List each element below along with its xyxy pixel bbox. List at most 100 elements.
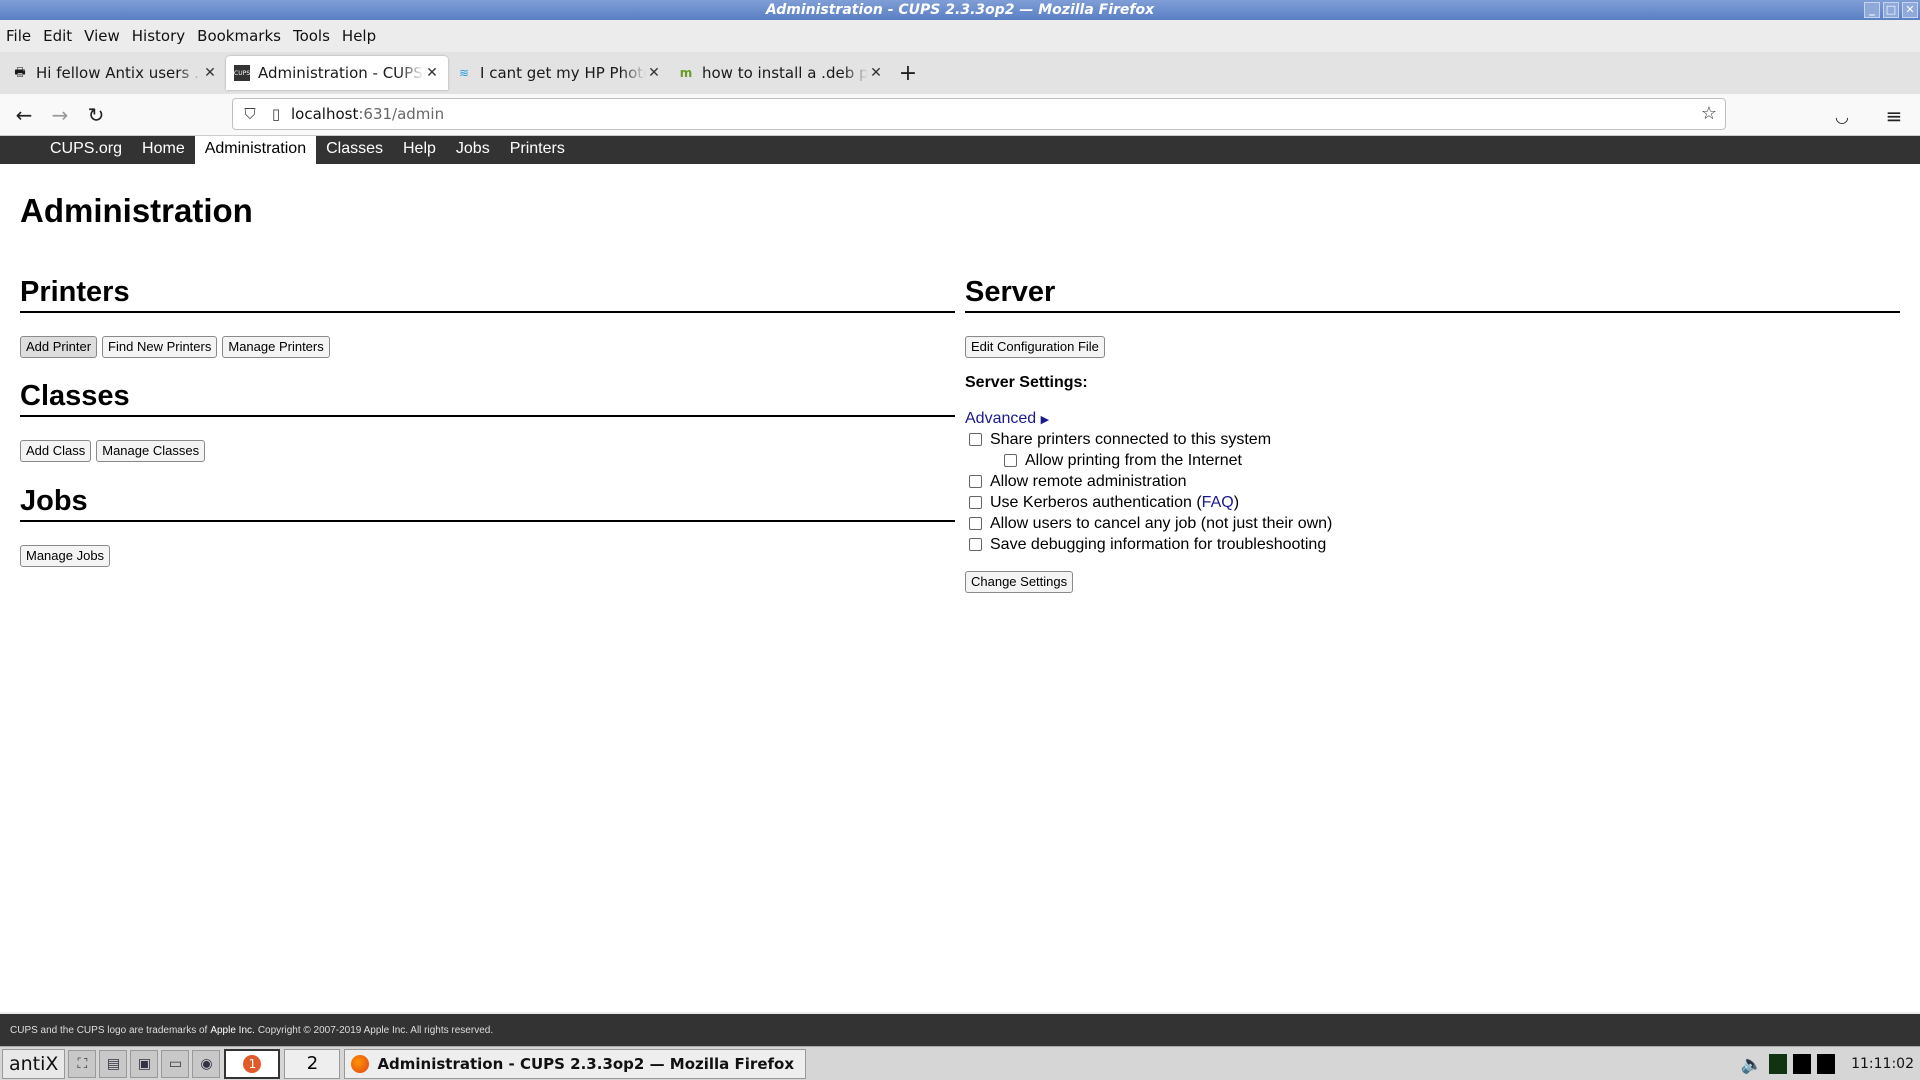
page-title: Administration <box>20 192 253 229</box>
tab-title: I cant get my HP Photosmart <box>480 64 646 82</box>
menu-help[interactable]: Help <box>342 27 376 45</box>
back-button[interactable]: ← <box>6 97 42 133</box>
classes-heading: Classes <box>20 380 955 417</box>
add-class-button[interactable]: Add Class <box>20 440 92 462</box>
toolbar-right: ◡ ≡ <box>1824 98 1912 134</box>
browser-tab[interactable]: 🖶 Hi fellow Antix users … – a ✕ <box>4 56 226 90</box>
tab-bar: 🖶 Hi fellow Antix users … – a ✕ CUPS Adm… <box>0 52 1920 94</box>
menu-file[interactable]: File <box>6 27 31 45</box>
server-section: Server Edit Configuration File Server Se… <box>965 276 1900 593</box>
option-cancel-any-job[interactable]: Allow users to cancel any job (not just … <box>965 513 1900 534</box>
window-titlebar: Administration - CUPS 2.3.3op2 — Mozilla… <box>0 0 1920 20</box>
file-manager-icon[interactable]: ▤ <box>99 1049 128 1078</box>
remote-admin-checkbox[interactable] <box>969 475 982 488</box>
browser-tab[interactable]: m how to install a .deb printer ✕ <box>670 56 892 90</box>
nav-help[interactable]: Help <box>393 136 446 164</box>
close-tab-icon[interactable]: ✕ <box>202 65 218 81</box>
nav-classes[interactable]: Classes <box>316 136 393 164</box>
kerberos-checkbox[interactable] <box>969 496 982 509</box>
cups-nav-bar: CUPS.org Home Administration Classes Hel… <box>0 136 1920 165</box>
allow-internet-checkbox[interactable] <box>1004 454 1017 467</box>
option-kerberos[interactable]: Use Kerberos authentication (FAQ) <box>965 492 1900 513</box>
new-tab-button[interactable]: + <box>892 57 924 89</box>
triangle-right-icon: ▶ <box>1040 414 1050 426</box>
clock: 11:11:02 <box>1851 1056 1914 1072</box>
taskbar-task-firefox[interactable]: Administration - CUPS 2.3.3op2 — Mozilla… <box>344 1048 807 1079</box>
firefox-icon <box>351 1054 370 1073</box>
close-tab-icon[interactable]: ✕ <box>646 65 662 81</box>
advanced-label: Advanced <box>965 410 1037 427</box>
option-allow-internet[interactable]: Allow printing from the Internet <box>965 450 1900 471</box>
nav-administration[interactable]: Administration <box>194 136 317 165</box>
server-buttons: Edit Configuration File <box>965 336 1900 358</box>
nav-jobs[interactable]: Jobs <box>446 136 500 164</box>
drive-icon[interactable]: ▣ <box>130 1049 159 1078</box>
cancel-any-job-checkbox[interactable] <box>969 517 982 530</box>
bookmark-star-icon[interactable]: ☆ <box>1701 103 1717 124</box>
manage-classes-button[interactable]: Manage Classes <box>96 440 206 462</box>
minimize-button[interactable]: _ <box>1864 2 1880 18</box>
reload-button[interactable]: ↻ <box>78 97 114 133</box>
footer-prefix: CUPS and the CUPS logo are trademarks of <box>10 1024 208 1036</box>
option-debug-logging[interactable]: Save debugging information for troublesh… <box>965 534 1900 555</box>
m-icon: m <box>679 66 693 80</box>
allow-internet-label: Allow printing from the Internet <box>1025 451 1242 469</box>
add-printer-button[interactable]: Add Printer <box>20 336 98 358</box>
server-heading: Server <box>965 276 1900 313</box>
start-menu-button[interactable]: antiX <box>2 1048 66 1079</box>
option-remote-admin[interactable]: Allow remote administration <box>965 471 1900 492</box>
menu-tools[interactable]: Tools <box>293 27 330 45</box>
nav-cups-org[interactable]: CUPS.org <box>40 136 132 164</box>
close-tab-icon[interactable]: ✕ <box>868 65 884 81</box>
change-settings-button[interactable]: Change Settings <box>965 571 1074 593</box>
url-path: :631/admin <box>358 105 445 123</box>
jobs-heading: Jobs <box>20 485 955 522</box>
menu-history[interactable]: History <box>132 27 185 45</box>
browser-tab-active[interactable]: CUPS Administration - CUPS 2.3.3op2 ✕ <box>226 56 448 90</box>
workspace-1-label: 1 <box>243 1054 262 1073</box>
nav-printers[interactable]: Printers <box>500 136 575 164</box>
forum-icon: ≋ <box>458 66 470 80</box>
page-content: CUPS.org Home Administration Classes Hel… <box>0 136 1920 1012</box>
volume-icon[interactable]: 🔈 <box>1741 1054 1763 1075</box>
server-settings-label: Server Settings: <box>965 374 1088 391</box>
edit-configuration-file-button[interactable]: Edit Configuration File <box>965 336 1105 358</box>
browser-launcher-icon[interactable]: ◉ <box>192 1049 221 1078</box>
system-tray: 🔈 11:11:02 <box>1741 1047 1914 1080</box>
find-new-printers-button[interactable]: Find New Printers <box>102 336 218 358</box>
menu-edit[interactable]: Edit <box>43 27 72 45</box>
fullscreen-icon[interactable]: ⛶ <box>68 1049 97 1078</box>
close-window-button[interactable]: ✕ <box>1902 2 1918 18</box>
menu-bookmarks[interactable]: Bookmarks <box>197 27 281 45</box>
navigation-bar: ← → ↻ ⛉ ▯ localhost:631/admin ☆ ◡ ≡ <box>0 94 1920 136</box>
change-settings-row: Change Settings <box>965 571 1900 593</box>
nav-home[interactable]: Home <box>132 136 195 164</box>
debug-logging-checkbox[interactable] <box>969 538 982 551</box>
advanced-toggle[interactable]: Advanced ▶ <box>965 410 1900 428</box>
maximize-button[interactable]: □ <box>1883 2 1899 18</box>
taskbar: antiX ⛶ ▤ ▣ ▭ ◉ 1 2 Administration - CUP… <box>0 1046 1920 1080</box>
manage-jobs-button[interactable]: Manage Jobs <box>20 545 111 567</box>
share-printers-checkbox[interactable] <box>969 433 982 446</box>
hamburger-menu-icon[interactable]: ≡ <box>1876 98 1912 134</box>
kerberos-faq-link[interactable]: FAQ <box>1202 494 1234 512</box>
workspace-2[interactable]: 2 <box>284 1048 341 1079</box>
browser-tab[interactable]: ≋ I cant get my HP Photosmart ✕ <box>448 56 670 90</box>
close-tab-icon[interactable]: ✕ <box>424 65 440 81</box>
manage-printers-button[interactable]: Manage Printers <box>222 336 330 358</box>
classes-section: Classes Add Class Manage Classes <box>20 380 955 462</box>
shield-icon[interactable]: ⛉ <box>239 103 261 125</box>
window-title: Administration - CUPS 2.3.3op2 — Mozilla… <box>765 2 1155 18</box>
window-icon[interactable]: ▭ <box>161 1049 190 1078</box>
forward-button[interactable]: → <box>42 97 78 133</box>
url-bar[interactable]: ⛉ ▯ localhost:631/admin ☆ <box>232 98 1726 130</box>
printers-buttons: Add Printer Find New Printers Manage Pri… <box>20 336 955 358</box>
menu-view[interactable]: View <box>84 27 120 45</box>
footer-company-link[interactable]: Apple Inc. <box>210 1025 254 1036</box>
pocket-icon[interactable]: ◡ <box>1824 98 1860 134</box>
page-icon[interactable]: ▯ <box>265 103 287 125</box>
workspace-1[interactable]: 1 <box>224 1048 281 1079</box>
window-controls: _ □ ✕ <box>1864 2 1918 18</box>
footer-copyright: Copyright © 2007-2019 Apple Inc. All rig… <box>257 1024 494 1036</box>
option-share-printers[interactable]: Share printers connected to this system <box>965 429 1900 450</box>
